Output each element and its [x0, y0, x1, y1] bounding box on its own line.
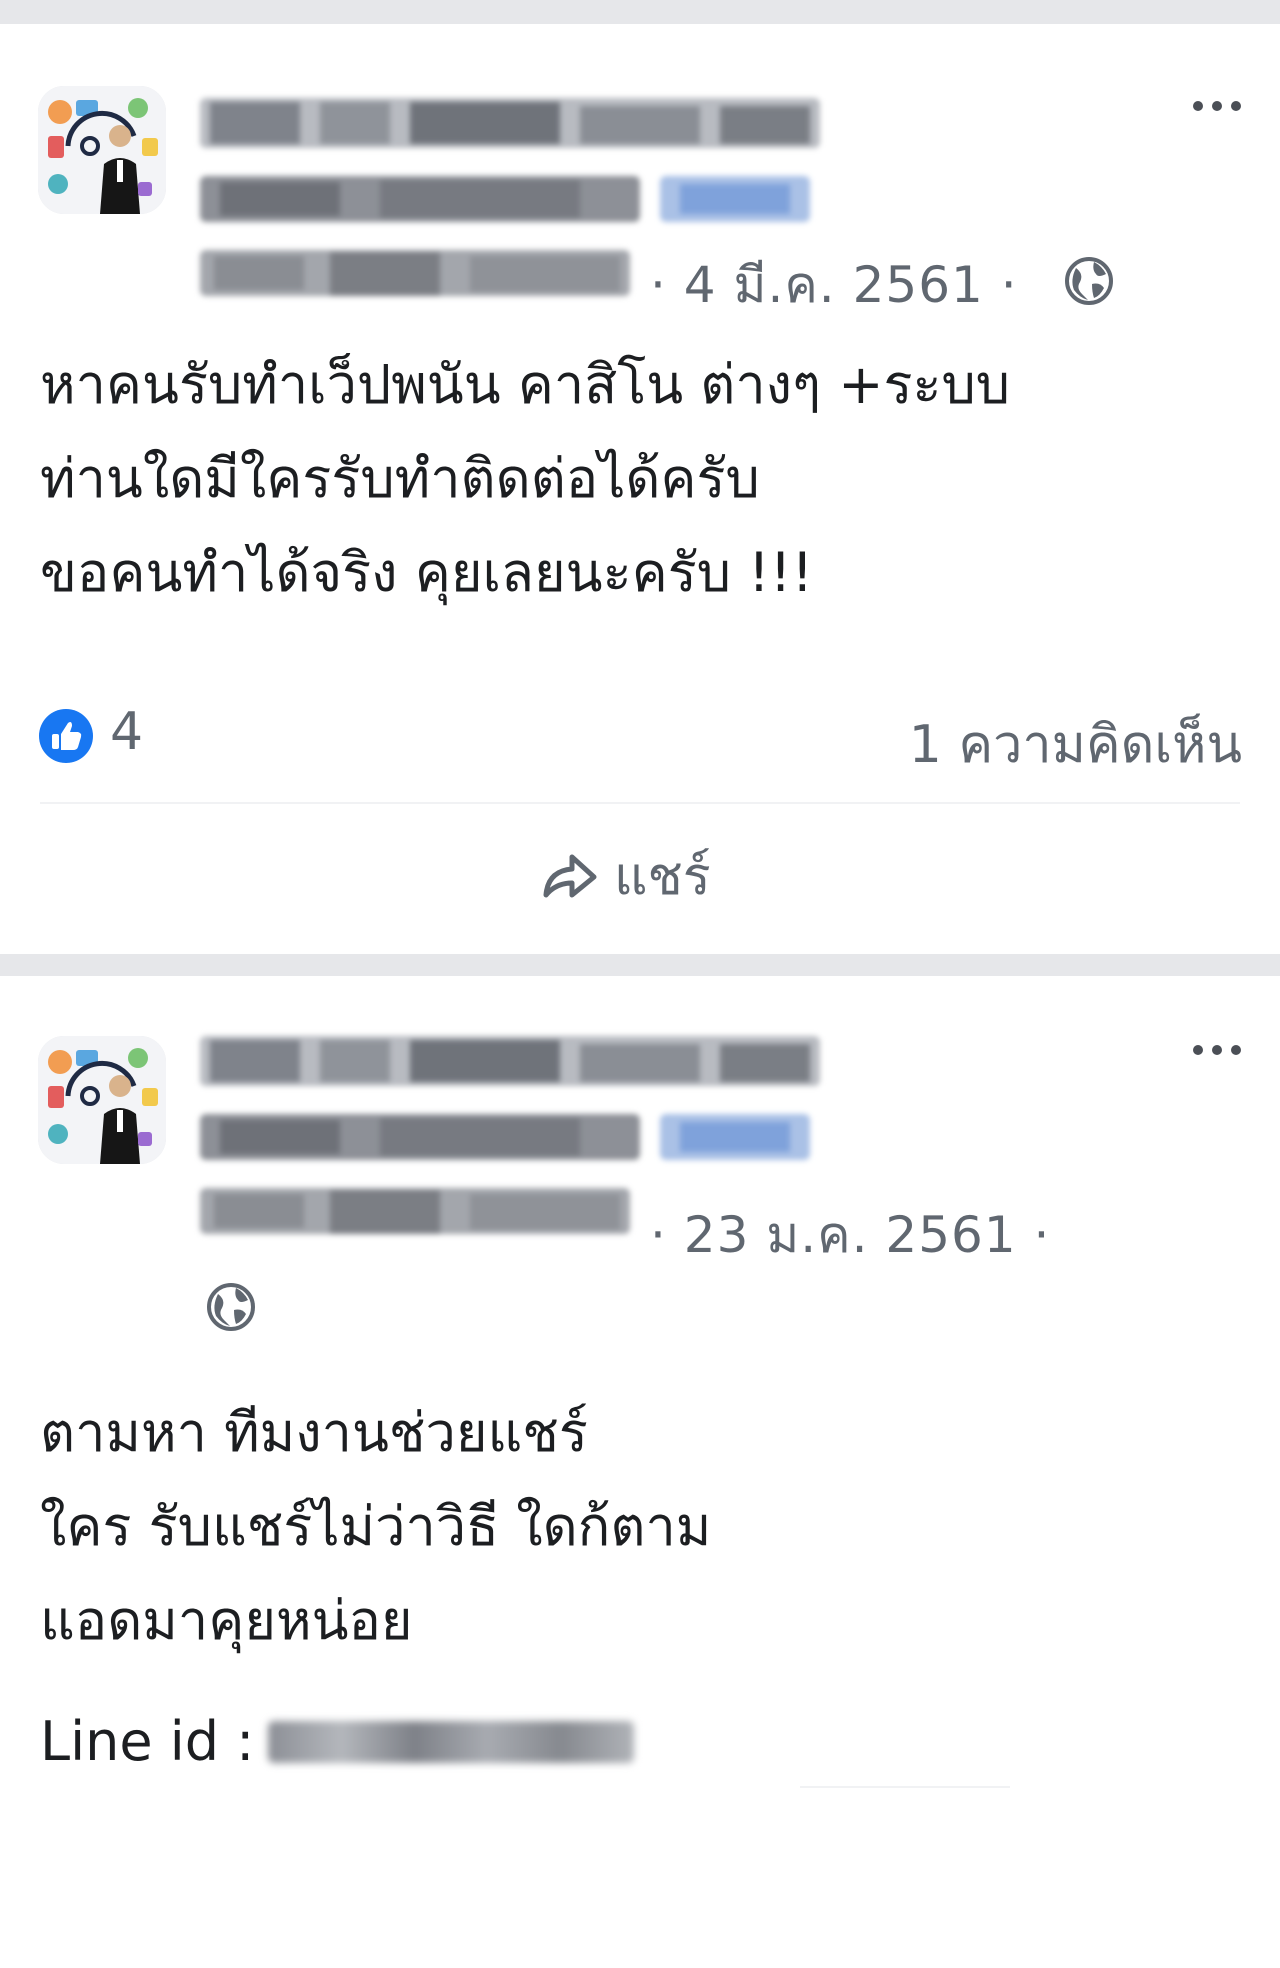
more-options-icon[interactable]: [1190, 96, 1244, 116]
post-card: · 4 มี.ค. 2561 · หาคนรับทำเว็ปพนัน คาสิโ…: [0, 24, 1280, 954]
post-body: หาคนรับทำเว็ปพนัน คาสิโน ต่างๆ +ระบบ ท่า…: [40, 338, 1010, 620]
post-text-line: หาคนรับทำเว็ปพนัน คาสิโน ต่างๆ +ระบบ: [40, 353, 1011, 416]
author-name-redacted: [200, 98, 820, 148]
author-byline-redacted: [200, 250, 630, 296]
reaction-count[interactable]: 4: [110, 702, 143, 762]
author-byline-redacted: [200, 1188, 630, 1234]
share-button[interactable]: แชร์: [540, 840, 711, 910]
feed-separator: [0, 954, 1280, 976]
action-divider: [40, 802, 1240, 804]
post-text-line: แอดมาคุยหน่อย: [40, 1589, 413, 1652]
author-subtitle-redacted: [200, 176, 810, 222]
line-id-redacted: [268, 1720, 635, 1763]
author-avatar[interactable]: [38, 86, 166, 214]
feed-separator: [0, 0, 1280, 24]
author-avatar[interactable]: [38, 1036, 166, 1164]
like-icon[interactable]: [38, 708, 94, 764]
avatar-image: [38, 86, 166, 214]
globe-icon: [207, 1283, 255, 1331]
post-text-line: ขอคนทำได้จริง คุยเลยนะครับ !!!: [40, 541, 814, 604]
post-date[interactable]: · 23 ม.ค. 2561 ·: [650, 1196, 1050, 1275]
share-icon: [543, 854, 597, 898]
post-text-line: ท่านใดมีใครรับทำติดต่อได้ครับ: [40, 447, 760, 510]
post-card: · 23 ม.ค. 2561 · ตามหา ทีมงานช่วยแชร์ ใค…: [0, 976, 1280, 1968]
avatar-image: [38, 1036, 166, 1164]
share-label: แชร์: [614, 846, 711, 907]
faint-divider: [800, 1786, 1010, 1788]
post-date[interactable]: · 4 มี.ค. 2561 ·: [650, 246, 1018, 325]
post-text-line: ตามหา ทีมงานช่วยแชร์: [40, 1401, 588, 1464]
post-text-line: ใคร รับแชร์ไม่ว่าวิธี ใดก้ตาม: [40, 1495, 712, 1558]
line-id-row: Line id :: [40, 1710, 635, 1773]
globe-icon: [1065, 257, 1113, 305]
author-name-redacted: [200, 1036, 820, 1086]
comment-count[interactable]: 1 ความคิดเห็น: [909, 702, 1242, 785]
post-body: ตามหา ทีมงานช่วยแชร์ ใคร รับแชร์ไม่ว่าวิ…: [40, 1386, 711, 1668]
author-subtitle-redacted: [200, 1114, 810, 1160]
line-id-label: Line id :: [40, 1710, 255, 1773]
more-options-icon[interactable]: [1190, 1040, 1244, 1060]
